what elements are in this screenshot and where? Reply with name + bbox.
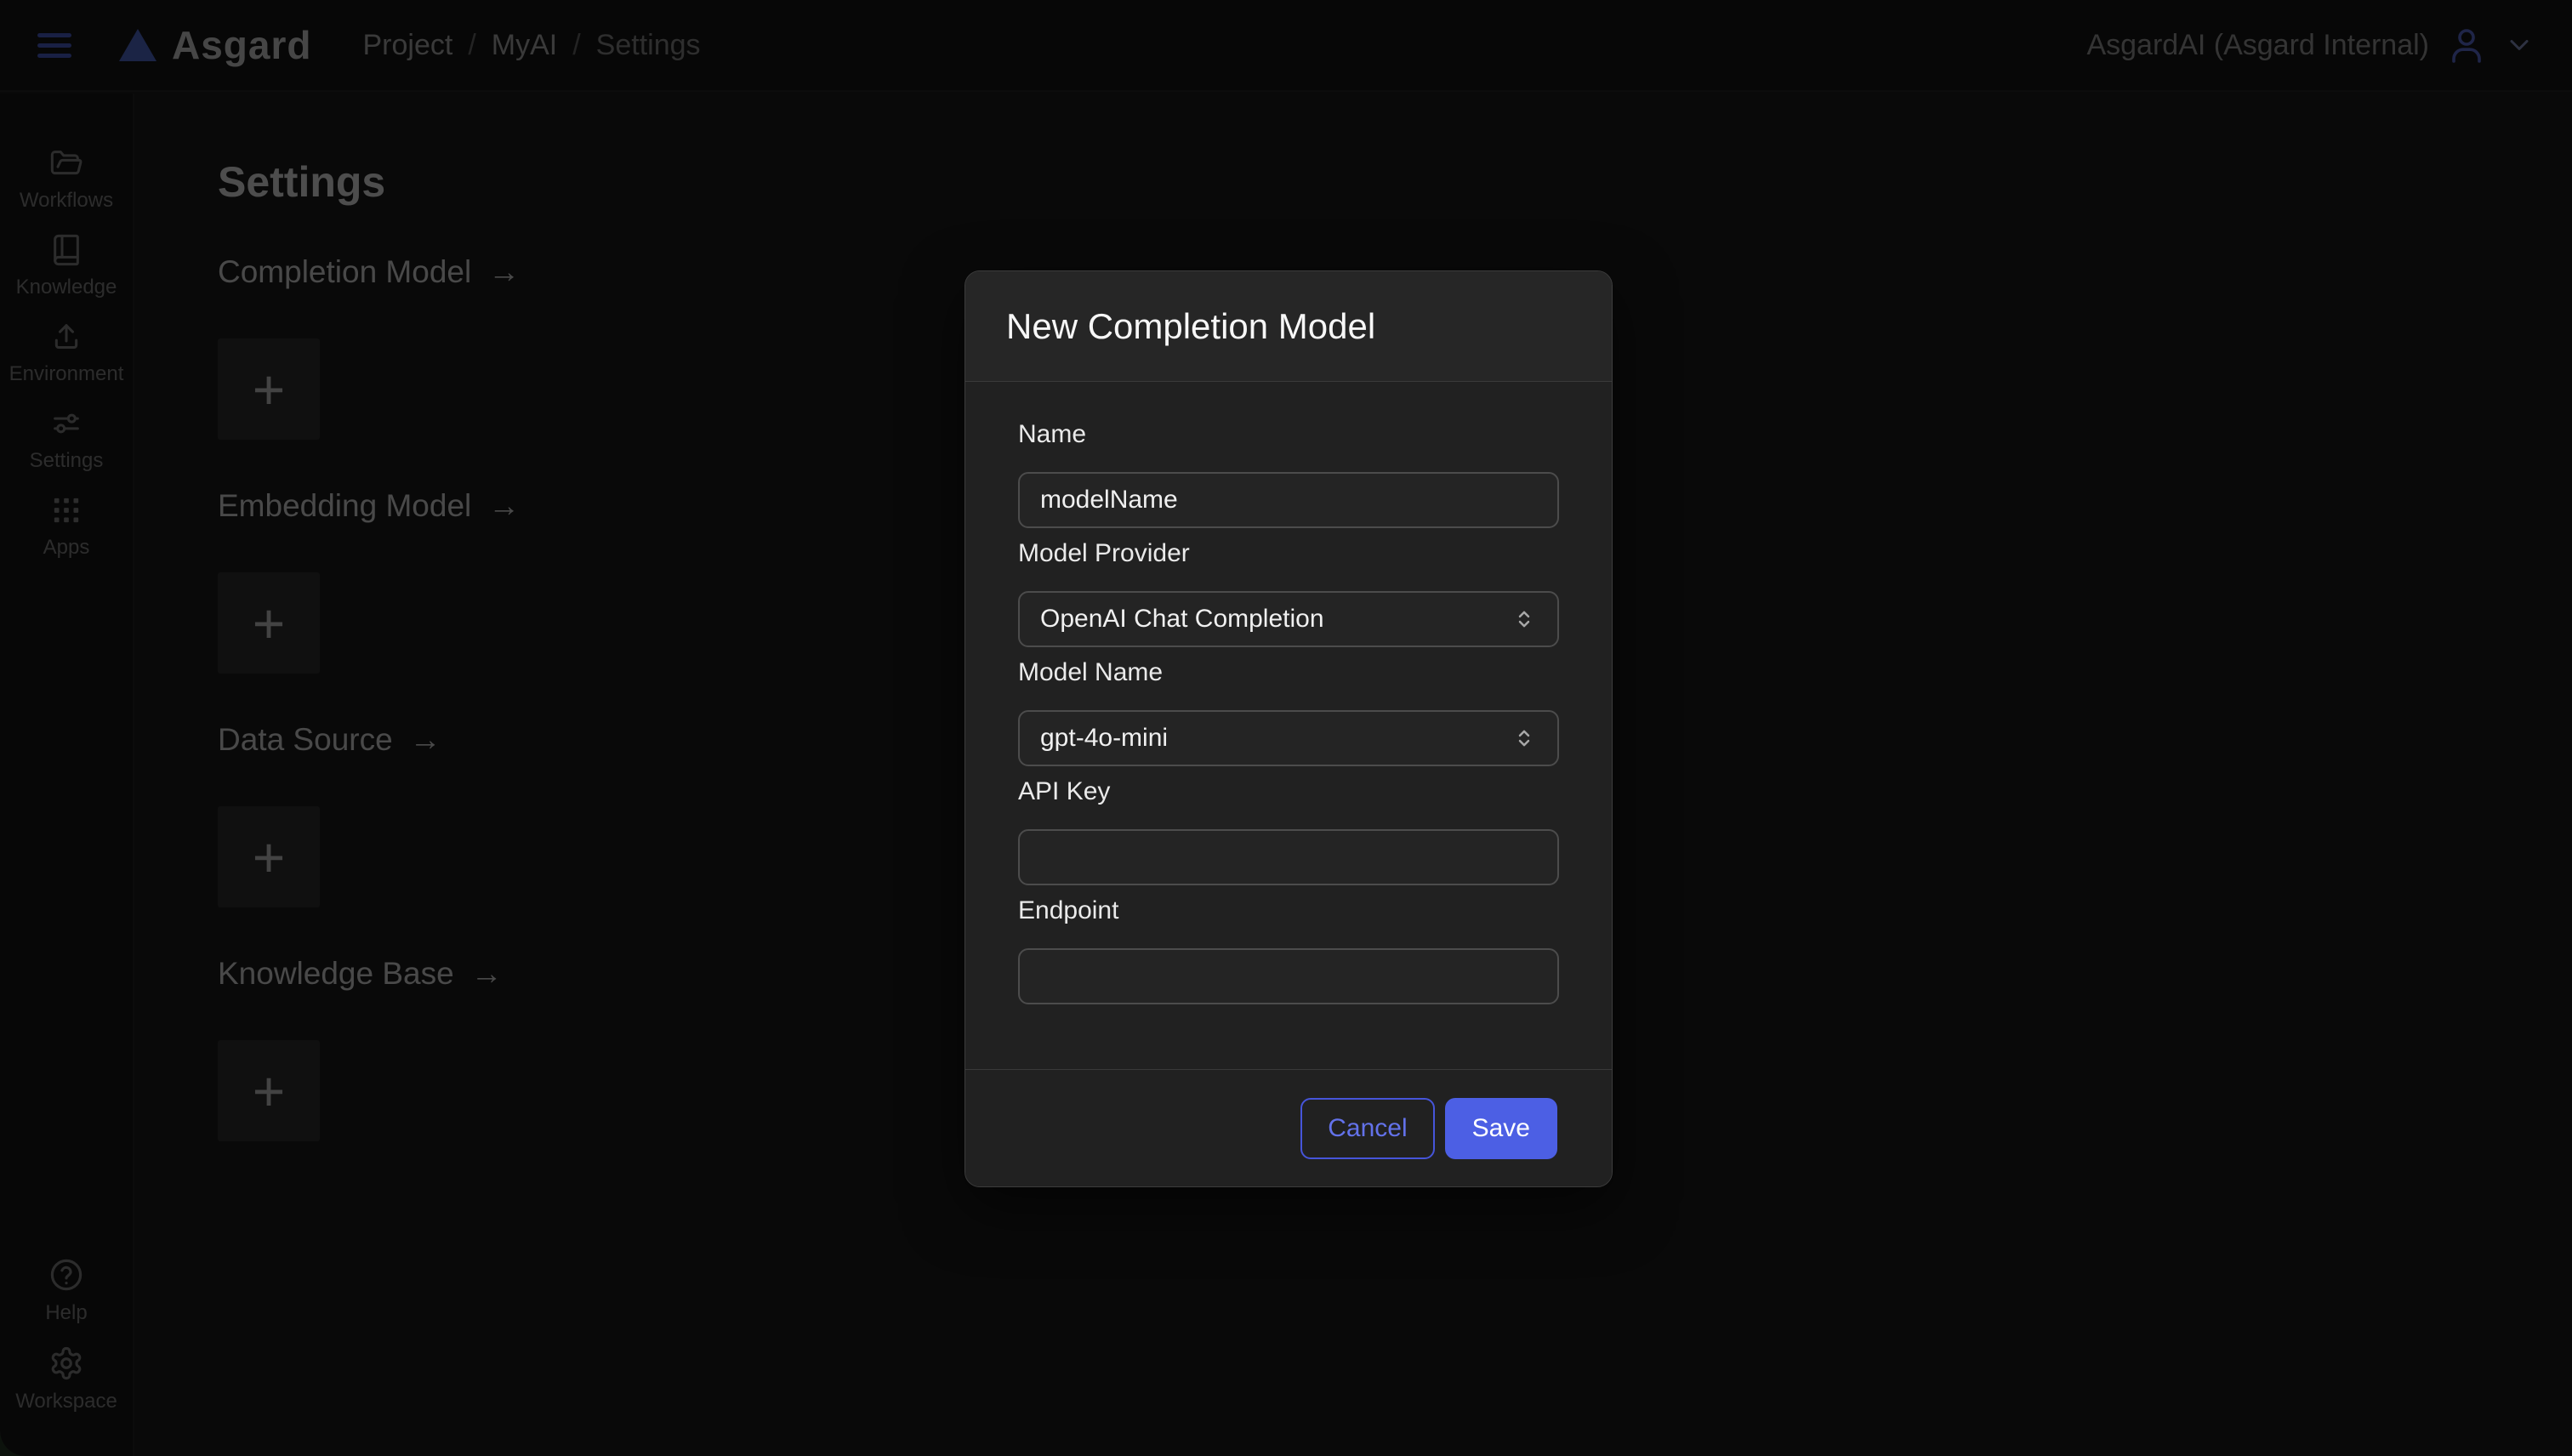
name-input[interactable]	[1018, 472, 1559, 528]
name-field-label: Name	[1018, 419, 1559, 450]
save-button[interactable]: Save	[1445, 1098, 1557, 1159]
model-name-selected-value: gpt-4o-mini	[1040, 724, 1168, 753]
model-name-select[interactable]: gpt-4o-mini	[1018, 710, 1559, 766]
model-provider-selected-value: OpenAI Chat Completion	[1040, 605, 1324, 634]
endpoint-field-label: Endpoint	[1018, 896, 1559, 926]
endpoint-input[interactable]	[1018, 948, 1559, 1004]
dialog-body: Name Model Provider OpenAI Chat Completi…	[965, 382, 1612, 1069]
new-completion-model-dialog: New Completion Model Name Model Provider…	[964, 270, 1613, 1187]
api-key-input[interactable]	[1018, 829, 1559, 885]
dialog-title: New Completion Model	[1006, 306, 1375, 347]
model-provider-select[interactable]: OpenAI Chat Completion	[1018, 591, 1559, 647]
app-shell: Asgard Project / MyAI / Settings AsgardA…	[0, 0, 2572, 1456]
dialog-header: New Completion Model	[965, 271, 1612, 382]
cancel-button[interactable]: Cancel	[1300, 1098, 1434, 1159]
api-key-field-label: API Key	[1018, 776, 1559, 807]
model-provider-field-label: Model Provider	[1018, 538, 1559, 569]
chevrons-up-down-icon	[1511, 606, 1537, 632]
dialog-footer: Cancel Save	[965, 1069, 1612, 1186]
chevrons-up-down-icon	[1511, 725, 1537, 751]
model-name-field-label: Model Name	[1018, 657, 1559, 688]
